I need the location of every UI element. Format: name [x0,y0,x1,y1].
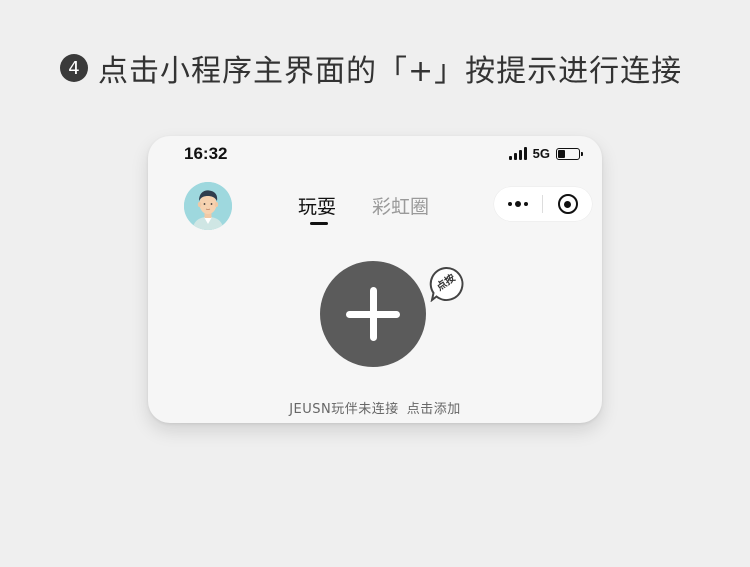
active-tab-indicator [310,222,328,225]
add-device-button[interactable] [320,261,426,367]
phone-screen: 16:32 5G 玩耍 彩虹圈 点按 JEUSN玩伴未连接 点击添加 [148,136,602,423]
instruction-heading: 4 点击小程序主界面的「+」按提示进行连接 [60,46,682,90]
close-miniprogram-button[interactable] [543,187,592,221]
user-avatar[interactable] [184,182,232,230]
signal-icon [508,147,527,160]
tab-play-label: 玩耍 [298,196,337,218]
avatar-person-icon [184,182,232,230]
instruction-text: 点击小程序主界面的「+」按提示进行连接 [98,54,683,89]
more-options-button[interactable] [494,187,542,221]
connection-status: JEUSN玩伴未连接 点击添加 [148,398,602,417]
add-action-link[interactable]: 点击添加 [407,402,461,417]
more-dot-icon [515,201,521,207]
tab-rainbow-circle-label: 彩虹圈 [372,196,430,218]
miniprogram-capsule [494,187,592,221]
status-time: 16:32 [184,144,228,163]
more-dot-icon [524,202,528,206]
target-icon [557,194,578,214]
more-dot-icon [508,202,512,206]
network-type: 5G [532,146,550,161]
tap-hint-bubble: 点按 [428,266,464,302]
status-text: JEUSN玩伴未连接 [289,402,399,417]
status-indicators: 5G [508,146,583,161]
tab-play[interactable]: 玩耍 [298,192,337,225]
battery-icon [556,147,583,160]
tab-rainbow-circle[interactable]: 彩虹圈 [372,192,429,219]
step-number-badge: 4 [60,54,88,82]
